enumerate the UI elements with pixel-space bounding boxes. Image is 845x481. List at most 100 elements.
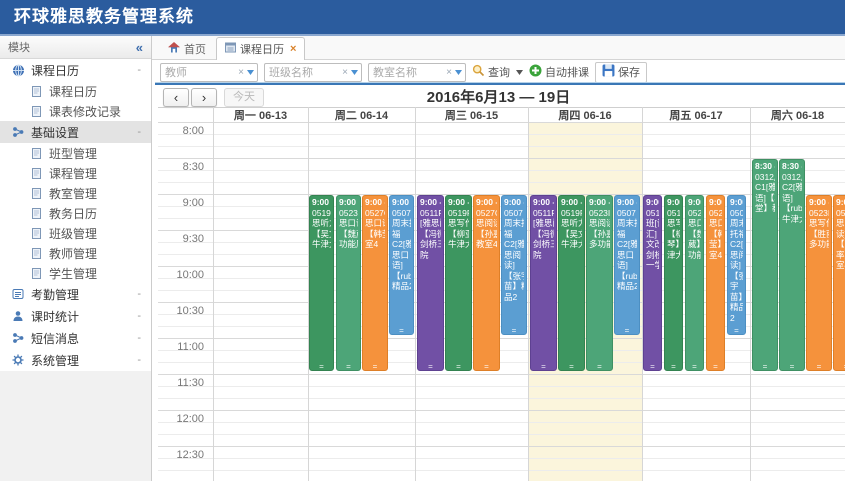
tab-close-icon[interactable]: × xyxy=(290,43,296,55)
collapse-caret-icon[interactable]: - xyxy=(137,126,141,138)
event-title-line: 【魏葳 xyxy=(339,229,358,240)
event-resize-handle[interactable]: = xyxy=(337,363,360,371)
event-resize-handle[interactable]: = xyxy=(707,363,724,371)
save-button[interactable]: 保存 xyxy=(595,62,647,83)
sidebar-item-5[interactable]: 课程管理 xyxy=(0,163,151,183)
event-title-line: 【胜丽 xyxy=(809,229,829,240)
event-title-line: C2[雅 xyxy=(617,239,637,250)
event-resize-handle[interactable]: = xyxy=(780,363,804,371)
event-title-line: 思写作] xyxy=(448,218,469,229)
calendar-event[interactable]: 9:000523思口语【魏葳】多功能厅= xyxy=(685,195,704,371)
calendar-event[interactable]: 9:00 -0507周末托福C2[雅思口语]【ruby精品2= xyxy=(389,195,414,335)
caret-down-icon[interactable] xyxy=(350,70,361,75)
app-window: 环球雅思教务管理系统 模块 « 课程日历-课程日历课表修改记录基础设置-班型管理… xyxy=(0,0,845,481)
calendar-event[interactable]: 9:00 - 0527C思阅读]【孙嘉教室4= xyxy=(473,195,500,371)
event-time: 9:00 - xyxy=(339,197,358,208)
event-resize-handle[interactable]: = xyxy=(474,363,499,371)
event-title-line: 思口语 xyxy=(709,218,722,229)
app-header: 环球雅思教务管理系统 xyxy=(0,0,845,36)
sidebar-item-4[interactable]: 班型管理 xyxy=(0,143,151,163)
event-resize-handle[interactable]: = xyxy=(363,363,387,371)
event-title-line: 0523I[ xyxy=(339,208,358,219)
filter-input-1[interactable]: 班级名称× xyxy=(264,63,362,82)
clear-icon[interactable]: × xyxy=(444,67,454,78)
sidebar-item-3[interactable]: 基础设置- xyxy=(0,121,151,143)
sidebar-item-11[interactable]: 考勤管理 - xyxy=(0,283,151,305)
event-title-line: 思口语] xyxy=(365,218,385,229)
query-button[interactable]: 查询 xyxy=(472,64,523,80)
clear-icon[interactable]: × xyxy=(236,67,246,78)
calendar-event[interactable]: 9:000519思写作【柳亚琴】牛津大学= xyxy=(664,195,683,371)
event-resize-handle[interactable]: = xyxy=(502,327,526,335)
filter-input-0[interactable]: 教师× xyxy=(160,63,258,82)
event-title-line: 读] xyxy=(836,229,845,240)
collapse-caret-icon[interactable]: - xyxy=(137,310,141,322)
calendar-event[interactable]: 9:00 -0507周末托福C2[雅思口语]【ruby精品2= xyxy=(614,195,640,335)
calendar-event[interactable]: 9:000511班[词汇]【文改】剑桥三一学院= xyxy=(643,195,662,371)
calendar-event[interactable]: 9:00 - 0519F思听力]【吴文牛津大= xyxy=(558,195,585,371)
sidebar-item-14[interactable]: 系统管理- xyxy=(0,349,151,371)
sidebar-collapse-icon[interactable]: « xyxy=(136,40,151,55)
caret-down-icon[interactable] xyxy=(454,70,465,75)
event-resize-handle[interactable]: = xyxy=(644,363,661,371)
event-title-line: 精品2 xyxy=(392,281,411,292)
event-resize-handle[interactable]: = xyxy=(559,363,584,371)
collapse-caret-icon[interactable]: - xyxy=(137,64,141,76)
calendar-event[interactable]: 9:000523思写读]【率】室4= xyxy=(833,195,845,371)
gear-icon xyxy=(11,354,25,366)
event-resize-handle[interactable]: = xyxy=(753,363,777,371)
doc-icon xyxy=(29,268,43,279)
sidebar-item-6[interactable]: 教室管理 xyxy=(0,183,151,203)
caret-down-icon[interactable] xyxy=(246,70,257,75)
event-title-line: 0511F xyxy=(420,208,441,219)
calendar-event[interactable]: 8:30 - 11:0312周末C2[雅思口语]【ruby牛津大= xyxy=(779,159,805,371)
event-resize-handle[interactable]: = xyxy=(834,363,845,371)
calendar-event[interactable]: 9:000507周末托福C2[雅思阅读]【张宇苗】精品2= xyxy=(727,195,746,335)
doc-icon xyxy=(29,228,43,239)
event-resize-handle[interactable]: = xyxy=(310,363,333,371)
calendar-event[interactable]: 9:00 - 0523I[思口语]【魏葳功能厅= xyxy=(336,195,361,371)
event-title-line: 【ruby xyxy=(617,271,637,282)
event-resize-handle[interactable]: = xyxy=(390,327,413,335)
calendar-event[interactable]: 9:00 - 0523I[思写作]【胜丽多功能= xyxy=(806,195,832,371)
collapse-caret-icon[interactable]: - xyxy=(137,354,141,366)
calendar-event[interactable]: 9:00 - 0519F0思听力]【吴文牛津大= xyxy=(309,195,334,371)
sidebar-item-label: 考勤管理 xyxy=(31,286,79,303)
tab-1[interactable]: 课程日历× xyxy=(216,37,305,60)
event-resize-handle[interactable]: = xyxy=(686,363,703,371)
sidebar-item-9[interactable]: 教师管理 xyxy=(0,243,151,263)
event-title-line: 福 xyxy=(392,229,411,240)
sidebar-item-8[interactable]: 班级管理 xyxy=(0,223,151,243)
calendar-event[interactable]: 9:000527思口语【韩莹】教室4= xyxy=(706,195,725,371)
auto-schedule-button[interactable]: 自动排课 xyxy=(529,64,589,80)
sidebar-item-13[interactable]: 短信消息- xyxy=(0,327,151,349)
event-resize-handle[interactable]: = xyxy=(587,363,612,371)
event-resize-handle[interactable]: = xyxy=(531,363,556,371)
filter-input-2[interactable]: 教室名称× xyxy=(368,63,466,82)
sidebar-item-0[interactable]: 课程日历- xyxy=(0,59,151,81)
calendar-event[interactable]: 9:00 - 0519F思写作]【柳亚牛津大= xyxy=(445,195,472,371)
sidebar-item-7[interactable]: 教务日历 xyxy=(0,203,151,223)
event-resize-handle[interactable]: = xyxy=(615,327,639,335)
event-resize-handle[interactable]: = xyxy=(446,363,471,371)
calendar-event[interactable]: 8:30 - 0312周C1[雅思语]【韩堂】教= xyxy=(752,159,778,371)
event-resize-handle[interactable]: = xyxy=(418,363,443,371)
calendar-event[interactable]: 9:00 - 0523I[思阅读]【孙嘉多功能= xyxy=(586,195,613,371)
collapse-caret-icon[interactable]: - xyxy=(137,332,141,344)
calendar-event[interactable]: 9:00 - 0511F[雅思阅【冯微剑桥三-院= xyxy=(530,195,557,371)
event-resize-handle[interactable]: = xyxy=(728,327,745,335)
sidebar-item-1[interactable]: 课程日历 xyxy=(0,81,151,101)
event-resize-handle[interactable]: = xyxy=(807,363,831,371)
sidebar-item-12[interactable]: 课时统计- xyxy=(0,305,151,327)
day-header-1: 周二 06-14 xyxy=(308,109,415,123)
sidebar-item-10[interactable]: 学生管理 xyxy=(0,263,151,283)
calendar-event[interactable]: 9:00 - 0527C思口语]【韩莹室4= xyxy=(362,195,388,371)
collapse-caret-icon[interactable]: - xyxy=(137,288,141,300)
calendar-event[interactable]: 9:00 - 0511F[雅思阅【冯微剑桥三-院= xyxy=(417,195,444,371)
sidebar-item-2[interactable]: 课表修改记录 xyxy=(0,101,151,121)
calendar-event[interactable]: 9:00 -0507周末托福C2[雅思阅读]【张宇苗】精品2= xyxy=(501,195,527,335)
clear-icon[interactable]: × xyxy=(340,67,350,78)
event-resize-handle[interactable]: = xyxy=(665,363,682,371)
event-title-line: 托福 xyxy=(730,229,743,240)
tab-0[interactable]: 首页 xyxy=(160,39,214,59)
